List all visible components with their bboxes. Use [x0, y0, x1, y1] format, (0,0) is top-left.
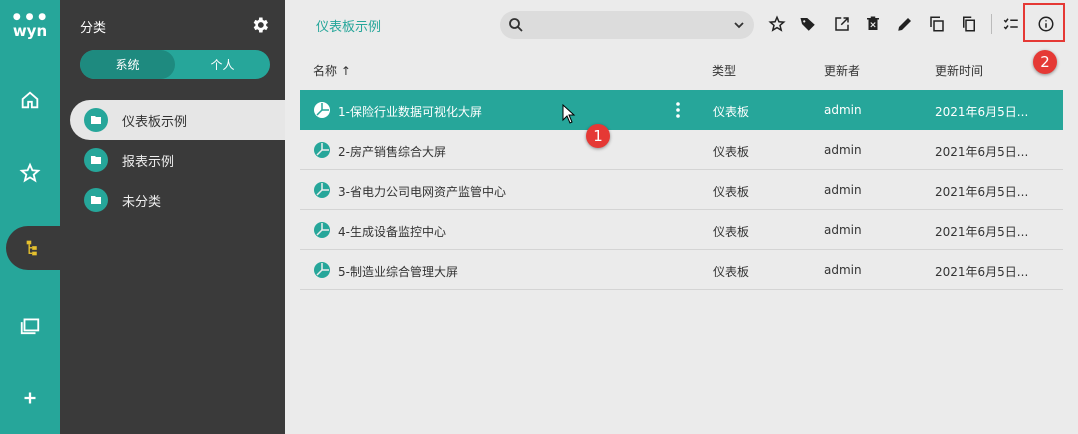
mouse-cursor-icon	[562, 104, 576, 124]
column-updater[interactable]: 更新者	[824, 62, 860, 79]
row-type: 仪表板	[713, 145, 750, 159]
column-updated[interactable]: 更新时间	[935, 62, 983, 79]
logo-text: wyn	[12, 22, 48, 40]
category-item-report-samples[interactable]: 报表示例	[70, 140, 285, 180]
row-name: 2-房产销售综合大屏	[338, 145, 446, 159]
table-row[interactable]: 4-生成设备监控中心 仪表板 admin 2021年6月5日...	[300, 210, 1063, 250]
nav-rail: ● ● ● wyn	[0, 0, 62, 434]
table-row[interactable]: 5-制造业综合管理大屏 仪表板 admin 2021年6月5日...	[300, 250, 1063, 290]
category-item-label: 报表示例	[122, 154, 175, 170]
table-header: 名称 ↑ 类型 更新者 更新时间	[300, 56, 1063, 84]
open-external-icon[interactable]	[832, 14, 852, 34]
row-updated: 2021年6月5日...	[935, 265, 1029, 279]
row-type: 仪表板	[713, 105, 750, 119]
more-icon[interactable]	[675, 101, 681, 119]
row-updated: 2021年6月5日...	[935, 105, 1029, 119]
row-type: 仪表板	[713, 265, 750, 279]
plus-icon[interactable]	[0, 376, 60, 420]
toolbar-divider	[991, 14, 992, 34]
row-name: 3-省电力公司电网资产监管中心	[338, 185, 506, 199]
dashboard-icon	[314, 222, 330, 238]
scope-toggle: 系统 个人	[80, 50, 270, 79]
tab-personal[interactable]: 个人	[175, 50, 270, 79]
row-type: 仪表板	[713, 185, 750, 199]
copy-icon[interactable]	[959, 14, 979, 34]
row-updater: admin	[824, 223, 862, 237]
dashboard-icon	[314, 142, 330, 158]
folder-icon	[84, 188, 108, 212]
search-box	[500, 11, 754, 39]
table-row[interactable]: 3-省电力公司电网资产监管中心 仪表板 admin 2021年6月5日...	[300, 170, 1063, 210]
category-panel: 分类 系统 个人 仪表板示例 报表示例 未分类	[60, 0, 285, 434]
column-type[interactable]: 类型	[712, 62, 736, 79]
table-row[interactable]: 2-房产销售综合大屏 仪表板 admin 2021年6月5日...	[300, 130, 1063, 170]
row-updater: admin	[824, 263, 862, 277]
row-updated: 2021年6月5日...	[935, 225, 1029, 239]
row-type: 仪表板	[713, 225, 750, 239]
chevron-down-icon[interactable]	[732, 18, 746, 32]
star-icon[interactable]	[767, 14, 787, 34]
wyn-logo[interactable]: ● ● ● wyn	[10, 12, 50, 46]
row-updater: admin	[824, 183, 862, 197]
dashboard-icon	[314, 182, 330, 198]
home-icon[interactable]	[0, 78, 60, 122]
folder-icon	[84, 148, 108, 172]
row-updated: 2021年6月5日...	[935, 185, 1029, 199]
row-name: 4-生成设备监控中心	[338, 225, 446, 239]
dashboard-icon	[314, 102, 330, 118]
row-updated: 2021年6月5日...	[935, 145, 1029, 159]
tree-icon[interactable]	[6, 226, 62, 270]
category-title: 分类	[80, 21, 107, 36]
edit-icon[interactable]	[895, 14, 915, 34]
search-input[interactable]	[530, 15, 720, 35]
row-updater: admin	[824, 103, 862, 117]
dashboard-icon	[314, 262, 330, 278]
column-name[interactable]: 名称 ↑	[313, 62, 351, 79]
search-icon	[508, 17, 524, 33]
category-item-dashboard-samples[interactable]: 仪表板示例	[70, 100, 285, 140]
row-updater: admin	[824, 143, 862, 157]
main-content: 仪表板示例 2 名称 ↑ 类型 更新者 更新时间 1-保险行业数据可视化大屏 仪…	[285, 0, 1078, 434]
logo-dots: ● ● ●	[12, 12, 48, 22]
star-icon[interactable]	[0, 151, 60, 195]
gear-icon[interactable]	[250, 15, 270, 35]
folder-icon	[84, 108, 108, 132]
tab-system[interactable]: 系统	[80, 50, 175, 79]
folders-icon[interactable]	[0, 302, 60, 346]
category-item-label: 未分类	[122, 194, 162, 210]
row-name: 5-制造业综合管理大屏	[338, 265, 458, 279]
multi-select-icon[interactable]	[1001, 14, 1021, 34]
info-highlight-box	[1023, 3, 1065, 42]
category-item-uncategorized[interactable]: 未分类	[70, 180, 285, 220]
delete-icon[interactable]	[863, 14, 883, 34]
tag-icon[interactable]	[798, 14, 818, 34]
table-row[interactable]: 1-保险行业数据可视化大屏 仪表板 admin 2021年6月5日...	[300, 90, 1063, 130]
duplicate-icon[interactable]	[927, 14, 947, 34]
category-item-label: 仪表板示例	[122, 114, 188, 130]
row-name: 1-保险行业数据可视化大屏	[338, 105, 482, 119]
breadcrumb[interactable]: 仪表板示例	[316, 16, 381, 35]
annotation-badge-1: 1	[586, 124, 610, 148]
